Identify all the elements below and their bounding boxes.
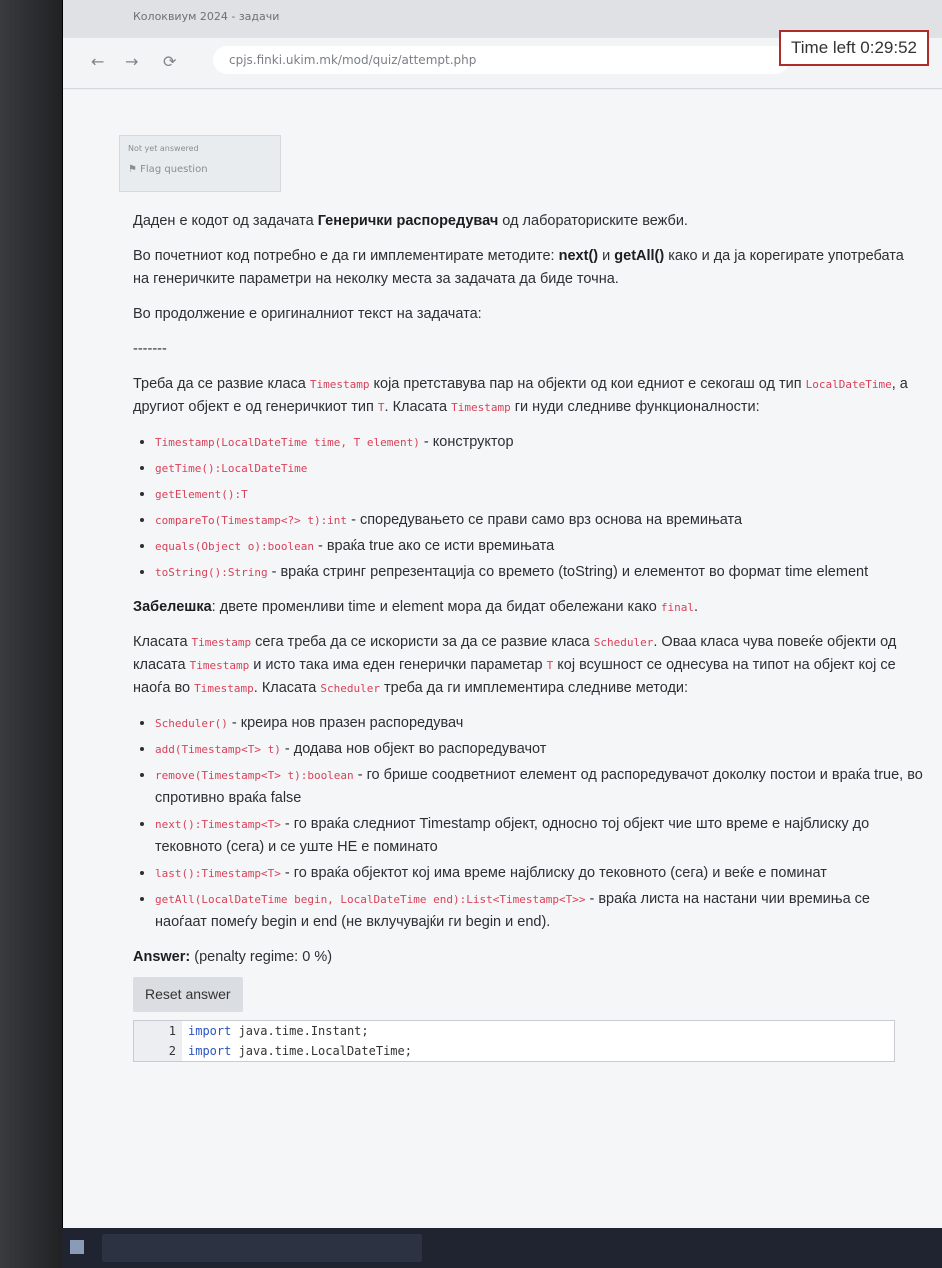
browser-window: Колоквиум 2024 - задачи ← → ⟳ cpjs.finki… xyxy=(62,0,942,1228)
list-item: remove(Timestamp<T> t):boolean - го бриш… xyxy=(155,764,923,810)
list-item: getAll(LocalDateTime begin, LocalDateTim… xyxy=(155,888,923,934)
timestamp-description: Треба да се развие класа Timestamp која … xyxy=(133,376,908,415)
editor-line[interactable]: 2 import java.time.LocalDateTime; xyxy=(134,1041,894,1061)
list-item: compareTo(Timestamp<?> t):int - споредув… xyxy=(155,509,923,532)
windows-start-icon[interactable] xyxy=(70,1240,84,1254)
taskbar xyxy=(62,1228,942,1268)
answer-label: Answer: xyxy=(133,949,191,965)
list-item: toString():String - враќа стринг репрезе… xyxy=(155,561,923,584)
timestamp-methods-list: Timestamp(LocalDateTime time, T element)… xyxy=(133,431,923,584)
line-number: 2 xyxy=(134,1041,182,1061)
list-item: getTime():LocalDateTime xyxy=(155,457,923,480)
list-item: Scheduler() - креира нов празен распоред… xyxy=(155,712,923,735)
question-info-box: Not yet answered ⚑ Flag question xyxy=(119,135,281,192)
forward-icon[interactable]: → xyxy=(125,52,138,71)
quiz-timer: Time left 0:29:52 xyxy=(779,30,929,66)
list-item: last():Timestamp<T> - го враќа објектот … xyxy=(155,862,923,885)
list-item: getElement():T xyxy=(155,483,923,506)
reset-answer-button[interactable]: Reset answer xyxy=(133,977,243,1012)
editor-line[interactable]: 1 import java.time.Instant; xyxy=(134,1021,894,1041)
question-status: Not yet answered xyxy=(128,144,199,153)
scheduler-description: Класата Timestamp сега треба да се искор… xyxy=(133,634,897,696)
back-icon[interactable]: ← xyxy=(91,52,104,71)
address-bar[interactable]: cpjs.finki.ukim.mk/mod/quiz/attempt.php xyxy=(213,46,789,74)
reload-icon[interactable]: ⟳ xyxy=(163,52,176,71)
quiz-page: Not yet answered ⚑ Flag question Даден е… xyxy=(63,90,942,1228)
list-item: Timestamp(LocalDateTime time, T element)… xyxy=(155,431,923,454)
original-text-intro: Во продолжение е оригиналниот текст на з… xyxy=(133,306,482,322)
note-paragraph: Забелешка: двете променливи time и eleme… xyxy=(133,599,699,615)
line-number: 1 xyxy=(134,1021,182,1041)
tab-title[interactable]: Колоквиум 2024 - задачи xyxy=(133,10,279,23)
penalty-regime: (penalty regime: 0 %) xyxy=(194,949,333,965)
room-background-left xyxy=(0,0,70,1268)
code-editor[interactable]: 1 import java.time.Instant; 2 import jav… xyxy=(133,1020,895,1062)
separator: ------- xyxy=(133,341,167,357)
list-item: equals(Object o):boolean - враќа true ак… xyxy=(155,535,923,558)
answer-label-row: Answer: (penalty regime: 0 %) xyxy=(133,946,923,969)
flag-question-link[interactable]: ⚑ Flag question xyxy=(128,164,208,175)
intro-paragraph: Даден е кодот од задачата Генерички расп… xyxy=(133,213,688,229)
task-paragraph: Во почетниот код потребно е да ги имплем… xyxy=(133,248,904,287)
list-item: add(Timestamp<T> t) - додава нов објект … xyxy=(155,738,923,761)
scheduler-methods-list: Scheduler() - креира нов празен распоред… xyxy=(133,712,923,934)
list-item: next():Timestamp<T> - го враќа следниот … xyxy=(155,813,923,859)
taskbar-search[interactable] xyxy=(102,1234,422,1262)
question-text: Даден е кодот од задачата Генерички расп… xyxy=(133,210,923,1062)
